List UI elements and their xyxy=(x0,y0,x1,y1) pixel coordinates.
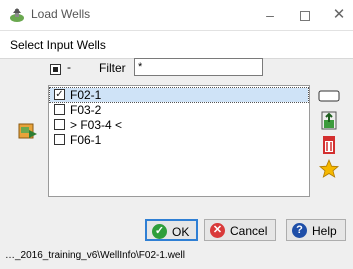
minimize-icon: – xyxy=(266,7,274,23)
well-checkbox[interactable]: ✓ xyxy=(54,89,65,100)
close-icon: ✕ xyxy=(332,6,346,23)
title-bar: Load Wells – ✕ xyxy=(0,0,353,30)
close-button[interactable]: ✕ xyxy=(325,4,353,26)
maximize-button[interactable] xyxy=(291,4,319,26)
well-name: F03-2 xyxy=(70,103,102,117)
app-icon xyxy=(9,7,25,23)
wells-list[interactable]: ✓ F02-1 F03-2 > F03-4 < F06-1 xyxy=(48,85,310,197)
help-icon: ? xyxy=(292,223,307,238)
edit-button[interactable] xyxy=(317,86,341,106)
well-checkbox[interactable] xyxy=(54,134,65,145)
maximize-icon xyxy=(300,11,310,22)
well-name: F02-1 xyxy=(70,88,102,102)
export-icon xyxy=(321,111,337,130)
well-name: F06-1 xyxy=(70,133,102,147)
select-all-toggle[interactable] xyxy=(50,64,61,75)
cancel-icon: ✕ xyxy=(210,223,225,238)
delete-button[interactable] xyxy=(317,134,341,154)
star-icon xyxy=(318,158,340,178)
dialog-header: Select Input Wells xyxy=(0,31,353,59)
cancel-button[interactable]: ✕ Cancel xyxy=(204,219,276,241)
check-icon: ✓ xyxy=(152,224,167,239)
ok-button[interactable]: ✓ OK xyxy=(145,219,198,241)
help-label: Help xyxy=(312,224,337,238)
ok-label: OK xyxy=(172,225,190,239)
filter-label: Filter xyxy=(99,61,126,75)
well-checkbox[interactable] xyxy=(54,104,65,115)
filter-input[interactable] xyxy=(134,58,263,76)
list-item[interactable]: ✓ F02-1 xyxy=(49,87,309,103)
select-toggle-label: - xyxy=(67,60,71,74)
delete-icon xyxy=(323,136,335,154)
export-button[interactable] xyxy=(317,110,341,130)
well-checkbox[interactable] xyxy=(54,119,65,130)
add-from-file-icon xyxy=(18,123,37,139)
edit-icon xyxy=(318,90,340,102)
minimize-button[interactable]: – xyxy=(256,4,284,26)
list-item[interactable]: > F03-4 < xyxy=(50,118,308,132)
list-item[interactable]: F03-2 xyxy=(50,103,308,117)
cancel-label: Cancel xyxy=(230,224,268,238)
help-button[interactable]: ? Help xyxy=(286,219,346,241)
favorite-button[interactable] xyxy=(317,158,341,179)
status-text: …_2016_training_v6\WellInfo\F02-1.well xyxy=(5,250,185,261)
well-name: > F03-4 < xyxy=(70,118,123,132)
window-title: Load Wells xyxy=(31,7,91,21)
list-item[interactable]: F06-1 xyxy=(50,133,308,147)
page-title: Select Input Wells xyxy=(10,38,106,52)
add-wells-button[interactable] xyxy=(18,121,38,141)
